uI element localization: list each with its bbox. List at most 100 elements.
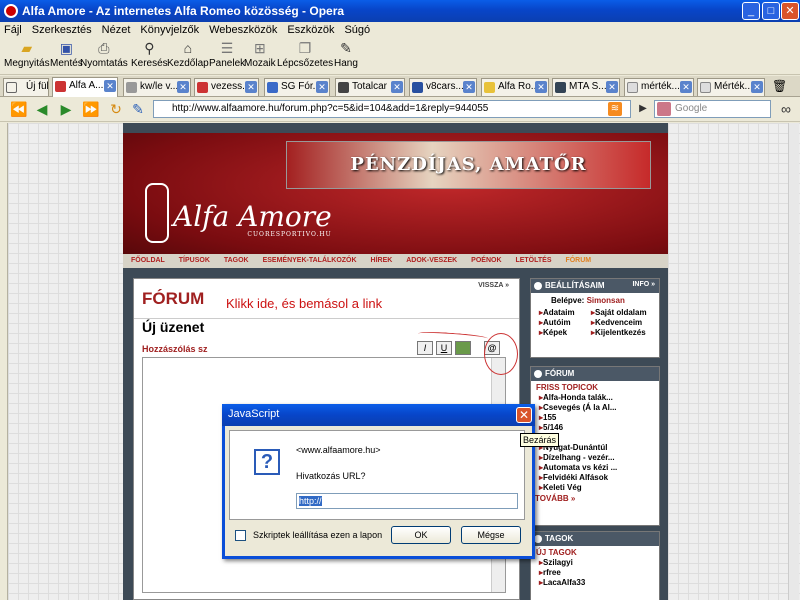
back-icon[interactable]: ◀ — [34, 101, 50, 117]
close-tab-icon[interactable]: ✕ — [177, 81, 189, 93]
topic-link[interactable]: 5/146 — [531, 422, 659, 432]
menu-webtools[interactable]: Webeszközök — [205, 22, 283, 36]
tab-mta[interactable]: MTA S... ✕ — [552, 78, 620, 96]
menu-file[interactable]: Fájl — [0, 22, 28, 36]
rss-icon[interactable]: ≋ — [608, 102, 622, 116]
ok-button[interactable]: OK — [391, 526, 451, 544]
nav-news[interactable]: HÍREK — [371, 257, 393, 264]
underline-button[interactable]: U — [436, 341, 452, 355]
topic-link[interactable]: Automata vs kézi ... — [531, 462, 659, 472]
info-link[interactable]: INFO » — [632, 281, 655, 288]
cancel-button[interactable]: Mégse — [461, 526, 521, 544]
search-button[interactable]: ⚲ Keresés — [131, 40, 168, 69]
back-link[interactable]: VISSZA » — [478, 282, 509, 289]
close-tab-icon[interactable]: ✕ — [535, 81, 547, 93]
tab-vezess[interactable]: vezess... ✕ — [194, 78, 259, 96]
voice-button[interactable]: ✎ Hang — [334, 40, 358, 69]
nav-market[interactable]: ADOK-VESZEK — [406, 257, 457, 264]
favorites-link[interactable]: Kedvenceim — [583, 317, 661, 327]
close-tab-icon[interactable]: ✕ — [606, 81, 618, 93]
address-field[interactable]: http://www.alfaamore.hu/forum.php?c=5&id… — [153, 100, 631, 118]
menu-edit[interactable]: Szerkesztés — [28, 22, 98, 36]
tab-kwle[interactable]: kw/le v... ✕ — [123, 78, 191, 96]
print-button[interactable]: ⎙ Nyomtatás — [80, 40, 128, 69]
dialog-close-button[interactable]: ✕ — [516, 407, 532, 423]
nav-members[interactable]: TAGOK — [224, 257, 249, 264]
more-topics-link[interactable]: TOVÁBB » — [531, 492, 659, 503]
member-link[interactable]: rfree — [531, 567, 659, 577]
nav-home[interactable]: FŐOLDAL — [131, 257, 165, 264]
tab-v8cars[interactable]: v8cars... ✕ — [409, 78, 477, 96]
topic-link[interactable]: Dízelhang - vezér... — [531, 452, 659, 462]
site-logo[interactable]: Alfa Amore CUORESPORTIVO.HU — [173, 200, 332, 238]
rewind-icon[interactable]: ⏪ — [10, 101, 27, 117]
stop-scripts-checkbox[interactable] — [235, 530, 246, 541]
my-cars-link[interactable]: Autóim — [531, 317, 583, 327]
topic-link[interactable]: Alfa-Honda talák... — [531, 392, 659, 402]
member-link[interactable]: LacaAlfa33 — [531, 577, 659, 587]
close-tab-icon[interactable]: ✕ — [680, 81, 692, 93]
menu-bookmarks[interactable]: Könyvjelzők — [136, 22, 205, 36]
close-window-button[interactable]: ✕ — [781, 2, 799, 20]
tab-alfa-amore[interactable]: Alfa A... ✕ — [52, 77, 118, 97]
topic-link[interactable]: Csevegés (Á la Al... — [531, 402, 659, 412]
site-header: PÉNZDÍJAS, AMATŐR Alfa Amore CUORESPORTIV… — [123, 133, 668, 263]
close-tab-icon[interactable]: ✕ — [751, 81, 763, 93]
menu-view[interactable]: Nézet — [98, 22, 137, 36]
tab-alfa-romeo[interactable]: Alfa Ro... ✕ — [481, 78, 549, 96]
topic-link[interactable]: 155 — [531, 412, 659, 422]
open-button[interactable]: ▰ Megnyitás — [4, 40, 50, 69]
ad-banner[interactable]: PÉNZDÍJAS, AMATŐR — [286, 141, 651, 189]
page-favicon — [555, 82, 566, 93]
menu-tools[interactable]: Eszközök — [283, 22, 340, 36]
zoom-glasses-icon[interactable]: ∞ — [778, 101, 794, 117]
tile-button[interactable]: ⊞ Mozaik — [244, 40, 276, 69]
tab-mertek-1[interactable]: mérték... ✕ — [624, 78, 694, 96]
close-tab-icon[interactable]: ✕ — [391, 81, 403, 93]
search-icon: ⚲ — [144, 40, 155, 56]
reload-icon[interactable]: ↻ — [108, 101, 124, 117]
new-tab-button[interactable]: Új fül — [3, 78, 49, 96]
topic-link[interactable]: Keleti Vég — [531, 482, 659, 492]
tab-sg-forum[interactable]: SG Fór... ✕ — [264, 78, 330, 96]
my-data-link[interactable]: Adataim — [531, 307, 583, 317]
close-tab-icon[interactable]: ✕ — [316, 81, 328, 93]
forward-icon[interactable]: ▶ — [58, 101, 74, 117]
minimize-button[interactable]: _ — [742, 2, 760, 20]
tab-mertek-2[interactable]: Mérték... ✕ — [697, 78, 765, 96]
fast-forward-icon[interactable]: ⏩ — [82, 101, 99, 117]
save-button[interactable]: ▣ Mentés — [50, 40, 83, 69]
close-tab-icon[interactable]: ✕ — [104, 80, 116, 92]
nav-downloads[interactable]: LETÖLTÉS — [515, 257, 551, 264]
my-page-link[interactable]: Saját oldalam — [583, 307, 661, 317]
cascade-button[interactable]: ❐ Lépcsőzetes — [277, 40, 333, 69]
maximize-button[interactable]: □ — [762, 2, 780, 20]
edit-site-prefs-icon[interactable]: ✎ — [130, 101, 146, 117]
menu-help[interactable]: Súgó — [340, 22, 376, 36]
panel-toggle-strip[interactable] — [0, 123, 8, 600]
dialog-prompt: Hivatkozás URL? — [296, 471, 366, 481]
topic-link[interactable]: Felvidéki Alfások — [531, 472, 659, 482]
home-button[interactable]: ⌂ Kezdőlap — [167, 40, 209, 69]
images-link[interactable]: Képek — [531, 327, 583, 337]
nav-types[interactable]: TÍPUSOK — [179, 257, 210, 264]
trash-icon[interactable]: 🗑 — [772, 79, 787, 93]
close-tab-icon[interactable]: ✕ — [463, 81, 475, 93]
close-tab-icon[interactable]: ✕ — [245, 81, 257, 93]
member-link[interactable]: Szilagyi — [531, 557, 659, 567]
tab-totalcar[interactable]: Totalcar ✕ — [335, 78, 405, 96]
nav-jokes[interactable]: POÉNOK — [471, 257, 501, 264]
nav-events[interactable]: ESEMÉNYEK-TALÁLKOZÓK — [263, 257, 357, 264]
go-icon[interactable]: ▶ — [635, 101, 651, 117]
logout-link[interactable]: Kijelentkezés — [583, 327, 661, 337]
italic-button[interactable]: I — [417, 341, 433, 355]
page-scrollbar[interactable] — [788, 123, 799, 600]
nav-forum[interactable]: FÓRUM — [565, 257, 591, 264]
javascript-dialog: JavaScript ✕ ? <www.alfaamore.hu> Hivatk… — [222, 404, 535, 559]
url-input[interactable]: http:// — [296, 493, 518, 509]
search-field[interactable]: Google — [654, 100, 771, 118]
image-button[interactable] — [455, 341, 471, 355]
forum-title: FÓRUM — [142, 289, 205, 308]
panels-button[interactable]: ☰ Panelek — [209, 40, 245, 69]
search-engine-icon[interactable] — [657, 102, 671, 116]
